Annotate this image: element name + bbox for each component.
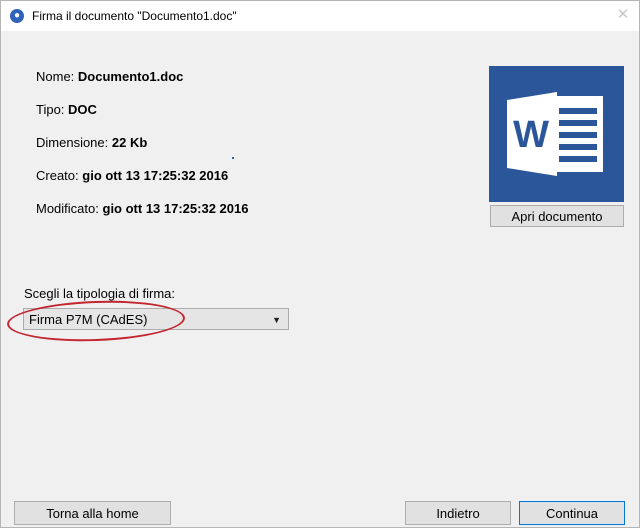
name-label: Nome: xyxy=(36,69,75,84)
document-preview: W xyxy=(489,66,624,202)
open-document-button[interactable]: Apri documento xyxy=(490,205,624,227)
svg-text:W: W xyxy=(513,114,549,156)
info-name: Nome: Documento1.doc xyxy=(36,63,248,96)
document-info: Nome: Documento1.doc Tipo: DOC Dimension… xyxy=(36,63,248,228)
created-value: gio ott 13 17:25:32 2016 xyxy=(82,168,229,183)
app-icon: ● xyxy=(10,9,24,23)
title-bar: ● Firma il documento "Documento1.doc" ✕ xyxy=(1,1,639,31)
type-label: Tipo: xyxy=(36,102,65,117)
info-modified: Modificato: gio ott 13 17:25:32 2016 xyxy=(36,195,248,228)
name-value: Documento1.doc xyxy=(77,69,184,84)
signature-type-value: Firma P7M (CAdES) xyxy=(29,311,148,327)
created-label: Creato: xyxy=(36,168,79,183)
info-created: Creato: gio ott 13 17:25:32 2016 xyxy=(36,162,248,195)
signature-type-select[interactable]: Firma P7M (CAdES) ▼ xyxy=(23,308,289,330)
close-icon[interactable]: ✕ xyxy=(615,7,631,23)
size-label: Dimensione: xyxy=(36,135,109,150)
info-size: Dimensione: 22 Kb xyxy=(36,129,248,162)
continue-button[interactable]: Continua xyxy=(519,501,625,525)
back-button[interactable]: Indietro xyxy=(405,501,511,525)
info-type: Tipo: DOC xyxy=(36,96,248,129)
signature-type-label: Scegli la tipologia di firma: xyxy=(24,286,176,301)
size-value: 22 Kb xyxy=(111,135,148,150)
sign-document-dialog: ● Firma il documento "Documento1.doc" ✕ … xyxy=(0,0,640,528)
dropdown-arrow-icon: ▼ xyxy=(272,315,281,325)
window-title: Firma il documento "Documento1.doc" xyxy=(32,9,237,23)
type-value: DOC xyxy=(68,102,97,117)
modified-label: Modificato: xyxy=(36,201,99,216)
modified-value: gio ott 13 17:25:32 2016 xyxy=(102,201,249,216)
stray-dot xyxy=(232,157,234,159)
word-document-icon: W xyxy=(507,92,603,176)
home-button[interactable]: Torna alla home xyxy=(14,501,171,525)
